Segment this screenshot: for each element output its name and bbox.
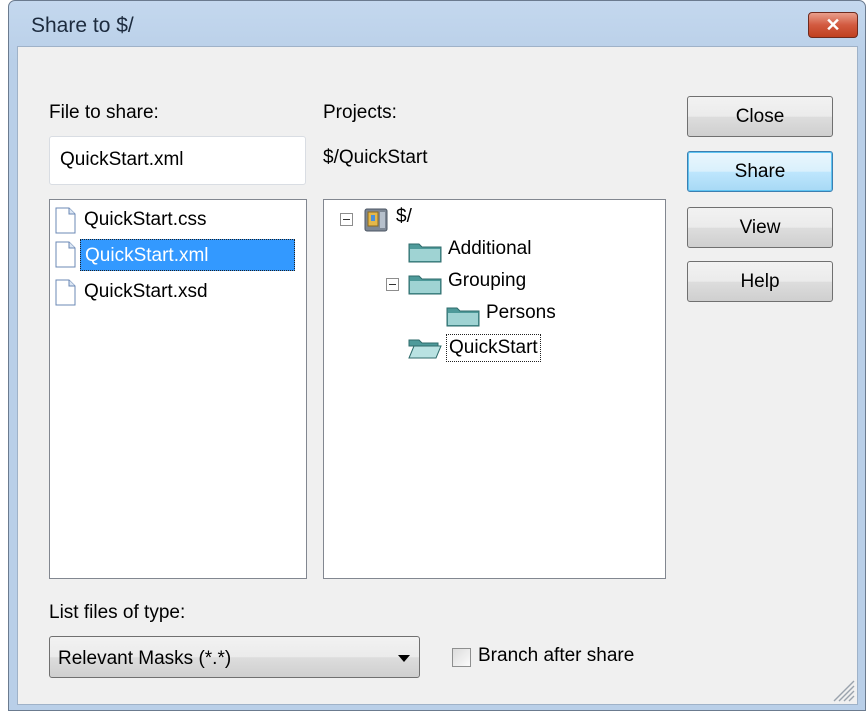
folder-icon <box>446 307 480 327</box>
document-icon <box>55 207 76 234</box>
document-icon <box>55 279 76 306</box>
open-folder-icon <box>408 339 442 359</box>
title-bar[interactable]: Share to $/ ✕ <box>9 1 865 47</box>
tree-node-selected[interactable]: QuickStart <box>332 334 632 364</box>
share-dialog: Share to $/ ✕ File to share: QuickStart.… <box>8 0 866 711</box>
project-tree[interactable]: $/ Additional Grouping Persons QuickStar… <box>323 199 666 579</box>
tree-label: Persons <box>486 302 556 323</box>
tree-node[interactable]: Persons <box>332 302 632 332</box>
window-close-button[interactable]: ✕ <box>808 12 858 38</box>
tree-label: Additional <box>448 238 532 259</box>
tree-node[interactable]: Additional <box>332 238 632 268</box>
folder-icon <box>408 275 442 295</box>
list-item-selected[interactable]: QuickStart.xml <box>52 238 302 272</box>
list-item[interactable]: QuickStart.xsd <box>52 276 302 310</box>
file-name: QuickStart.xsd <box>84 281 208 302</box>
folder-icon <box>408 243 442 263</box>
file-to-share-field[interactable]: QuickStart.xml <box>49 136 306 185</box>
chevron-down-icon <box>398 655 410 662</box>
list-item[interactable]: QuickStart.css <box>52 204 302 238</box>
tree-label: QuickStart <box>446 334 541 362</box>
document-icon <box>55 241 76 268</box>
file-to-share-label: File to share: <box>49 102 159 123</box>
file-name: QuickStart.css <box>84 209 207 230</box>
file-type-select[interactable]: Relevant Masks (*.*) <box>49 636 420 678</box>
help-button[interactable]: Help <box>687 261 833 302</box>
share-button[interactable]: Share <box>687 151 833 192</box>
tree-node[interactable]: Grouping <box>332 270 632 300</box>
project-path: $/QuickStart <box>323 147 428 168</box>
tree-label: $/ <box>396 206 412 227</box>
file-list[interactable]: QuickStart.css QuickStart.xml QuickStart… <box>49 199 307 579</box>
file-type-value: Relevant Masks (*.*) <box>58 648 232 669</box>
dialog-client-area: File to share: QuickStart.xml Projects: … <box>17 46 858 705</box>
tree-node-root[interactable]: $/ <box>332 206 532 236</box>
database-icon <box>364 208 388 232</box>
resize-grip-icon[interactable] <box>833 680 855 702</box>
file-type-label: List files of type: <box>49 602 186 623</box>
view-button[interactable]: View <box>687 207 833 248</box>
projects-label: Projects: <box>323 102 397 123</box>
branch-after-share-label[interactable]: Branch after share <box>478 645 634 667</box>
collapse-icon[interactable] <box>386 278 399 291</box>
tree-label: Grouping <box>448 270 527 291</box>
branch-after-share-checkbox[interactable] <box>452 648 471 667</box>
file-name: QuickStart.xml <box>80 239 295 271</box>
collapse-icon[interactable] <box>340 213 353 226</box>
dialog-title: Share to $/ <box>31 14 134 37</box>
close-button[interactable]: Close <box>687 96 833 137</box>
